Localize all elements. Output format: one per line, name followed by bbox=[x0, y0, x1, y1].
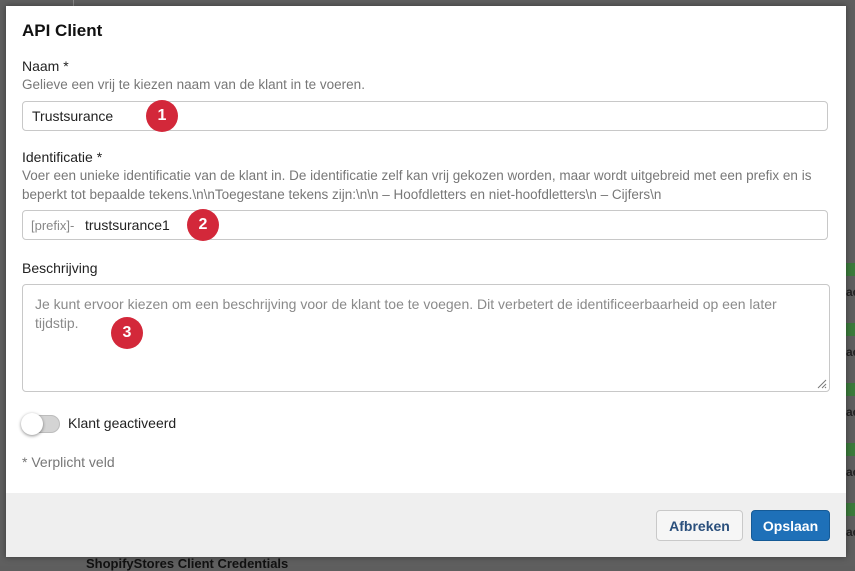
description-label: Beschrijving bbox=[22, 260, 98, 276]
client-active-toggle[interactable] bbox=[21, 413, 60, 435]
background-row-text: ac bbox=[846, 525, 855, 539]
api-client-dialog: API Client Naam * Gelieve een vrij te ki… bbox=[6, 6, 846, 557]
annotation-badge-3: 3 bbox=[111, 317, 143, 349]
name-help-text: Gelieve een vrij te kiezen naam van de k… bbox=[22, 77, 365, 92]
background-row-text: ac bbox=[846, 285, 855, 299]
background-row-text: ac bbox=[846, 405, 855, 419]
resize-grip-icon[interactable] bbox=[815, 377, 827, 389]
toggle-knob bbox=[21, 413, 43, 435]
background-status-marker bbox=[846, 503, 855, 516]
description-placeholder: Je kunt ervoor kiezen om een beschrijvin… bbox=[35, 296, 777, 331]
description-textarea[interactable]: Je kunt ervoor kiezen om een beschrijvin… bbox=[22, 284, 830, 392]
dialog-title: API Client bbox=[22, 21, 103, 40]
id-input-value: trustsurance1 bbox=[85, 217, 170, 233]
save-button[interactable]: Opslaan bbox=[751, 510, 830, 541]
id-label: Identificatie * bbox=[22, 149, 103, 165]
cancel-button[interactable]: Afbreken bbox=[656, 510, 743, 541]
id-prefix: [prefix]- bbox=[31, 218, 75, 233]
background-status-marker bbox=[846, 323, 855, 336]
name-label: Naam * bbox=[22, 58, 69, 74]
id-help-text: Voer een unieke identificatie van de kla… bbox=[22, 168, 812, 202]
dialog-footer: Afbreken Opslaan bbox=[6, 493, 846, 557]
client-active-label: Klant geactiveerd bbox=[68, 415, 177, 431]
required-field-note: * Verplicht veld bbox=[22, 454, 115, 470]
annotation-badge-1: 1 bbox=[146, 100, 178, 132]
id-input[interactable]: [prefix]- trustsurance1 bbox=[22, 210, 828, 240]
background-row-text: ac bbox=[846, 345, 855, 359]
background-list-title: ShopifyStores Client Credentials bbox=[86, 556, 289, 571]
background-status-marker bbox=[846, 383, 855, 396]
background-status-marker bbox=[846, 443, 855, 456]
name-input[interactable]: Trustsurance bbox=[22, 101, 828, 131]
name-input-value: Trustsurance bbox=[32, 108, 114, 124]
background-status-marker bbox=[846, 263, 855, 276]
annotation-badge-2: 2 bbox=[187, 209, 219, 241]
background-row-text: ac bbox=[846, 465, 855, 479]
